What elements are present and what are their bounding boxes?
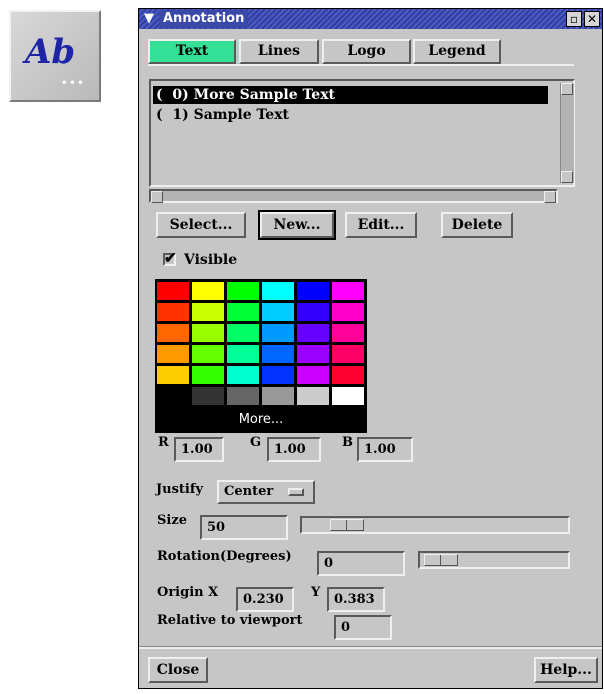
footer-separator <box>139 646 602 649</box>
color-palette: More... <box>155 279 367 433</box>
color-swatch[interactable] <box>331 386 365 406</box>
origin-x-label: Origin X <box>157 585 219 600</box>
color-swatch[interactable] <box>191 281 225 301</box>
minimize-icon[interactable]: ▫ <box>566 11 582 27</box>
tab-underline <box>148 64 574 66</box>
color-swatch[interactable] <box>226 365 260 385</box>
check-icon: ✔ <box>164 249 177 267</box>
visible-checkbox[interactable]: ✔ <box>163 249 177 267</box>
relative-viewport-field[interactable]: 0 <box>334 615 392 640</box>
annotation-tool-icon[interactable]: Ab ••• <box>9 10 101 102</box>
more-options-dots: ••• <box>60 76 85 90</box>
color-swatch[interactable] <box>296 365 330 385</box>
color-swatch[interactable] <box>191 344 225 364</box>
color-swatch[interactable] <box>331 344 365 364</box>
color-swatch[interactable] <box>261 302 295 322</box>
option-menu-indicator-icon <box>288 488 304 496</box>
rotation-field[interactable]: 0 <box>317 551 405 576</box>
color-swatch[interactable] <box>296 344 330 364</box>
color-swatch[interactable] <box>191 302 225 322</box>
rotation-slider[interactable] <box>418 551 570 569</box>
color-swatch[interactable] <box>296 281 330 301</box>
new-button[interactable]: New... <box>258 210 336 240</box>
tab-lines[interactable]: Lines <box>239 39 319 64</box>
tab-legend[interactable]: Legend <box>413 39 501 64</box>
help-button[interactable]: Help... <box>534 657 598 683</box>
color-swatch[interactable] <box>261 386 295 406</box>
color-swatch[interactable] <box>156 365 190 385</box>
rotation-label: Rotation(Degrees) <box>157 549 292 564</box>
justify-option-menu[interactable]: Center <box>217 480 315 504</box>
size-slider[interactable] <box>300 516 570 534</box>
color-swatch[interactable] <box>226 281 260 301</box>
color-swatch[interactable] <box>226 386 260 406</box>
size-field[interactable]: 50 <box>200 515 288 540</box>
color-swatch[interactable] <box>296 323 330 343</box>
tab-text[interactable]: Text <box>148 39 236 64</box>
color-swatch[interactable] <box>331 323 365 343</box>
visible-label: Visible <box>184 252 238 268</box>
color-swatch[interactable] <box>261 323 295 343</box>
tab-logo[interactable]: Logo <box>322 39 411 64</box>
scroll-down-icon[interactable] <box>561 171 573 183</box>
r-label: R <box>158 435 169 450</box>
rotation-slider-thumb[interactable] <box>424 554 458 566</box>
edit-button[interactable]: Edit... <box>345 212 417 238</box>
color-swatch[interactable] <box>226 302 260 322</box>
list-item[interactable]: ( 1) Sample Text <box>153 106 289 124</box>
text-tool-glyph: Ab <box>25 32 76 72</box>
color-swatch[interactable] <box>331 281 365 301</box>
annotation-list[interactable]: ( 0) More Sample Text ( 1) Sample Text <box>149 79 575 187</box>
color-swatch[interactable] <box>191 386 225 406</box>
origin-y-label: Y <box>311 585 321 600</box>
window-titlebar[interactable]: ▼ Annotation ▫ ✕ <box>139 9 602 29</box>
g-field[interactable]: 1.00 <box>267 437 321 462</box>
scroll-up-icon[interactable] <box>561 83 573 95</box>
chevron-down-icon[interactable]: ▼ <box>141 11 157 27</box>
color-swatch[interactable] <box>296 386 330 406</box>
size-slider-thumb[interactable] <box>330 519 364 531</box>
relative-viewport-label: Relative to viewport <box>157 613 303 628</box>
origin-y-field[interactable]: 0.383 <box>327 587 385 612</box>
scroll-left-icon[interactable] <box>151 191 163 203</box>
delete-button[interactable]: Delete <box>441 212 513 238</box>
color-swatch[interactable] <box>331 365 365 385</box>
color-swatch[interactable] <box>191 365 225 385</box>
color-swatch[interactable] <box>156 344 190 364</box>
color-swatch[interactable] <box>261 365 295 385</box>
close-button[interactable]: Close <box>148 657 208 683</box>
b-label: B <box>342 435 353 450</box>
window-title: Annotation <box>159 10 249 28</box>
color-swatch[interactable] <box>226 323 260 343</box>
close-window-icon[interactable]: ✕ <box>584 11 600 27</box>
annotation-window: ▼ Annotation ▫ ✕ Text Lines Logo Legend … <box>138 8 603 689</box>
justify-value: Center <box>224 484 274 499</box>
color-swatch[interactable] <box>296 302 330 322</box>
color-swatch[interactable] <box>156 386 190 406</box>
more-colors-button[interactable]: More... <box>156 409 366 431</box>
origin-x-field[interactable]: 0.230 <box>236 587 294 612</box>
color-swatch[interactable] <box>226 344 260 364</box>
b-field[interactable]: 1.00 <box>357 437 413 462</box>
vertical-scrollbar[interactable] <box>560 83 574 183</box>
r-field[interactable]: 1.00 <box>174 437 224 462</box>
scroll-right-icon[interactable] <box>544 191 556 203</box>
horizontal-scrollbar[interactable] <box>149 189 558 203</box>
g-label: G <box>250 435 262 450</box>
color-swatch[interactable] <box>261 281 295 301</box>
list-item[interactable]: ( 0) More Sample Text <box>153 86 548 104</box>
color-swatch[interactable] <box>191 323 225 343</box>
color-swatch[interactable] <box>156 302 190 322</box>
color-swatch[interactable] <box>261 344 295 364</box>
size-label: Size <box>157 513 187 528</box>
color-swatch[interactable] <box>156 281 190 301</box>
color-swatch[interactable] <box>156 323 190 343</box>
select-button[interactable]: Select... <box>156 212 246 238</box>
color-swatch[interactable] <box>331 302 365 322</box>
justify-label: Justify <box>156 482 204 497</box>
